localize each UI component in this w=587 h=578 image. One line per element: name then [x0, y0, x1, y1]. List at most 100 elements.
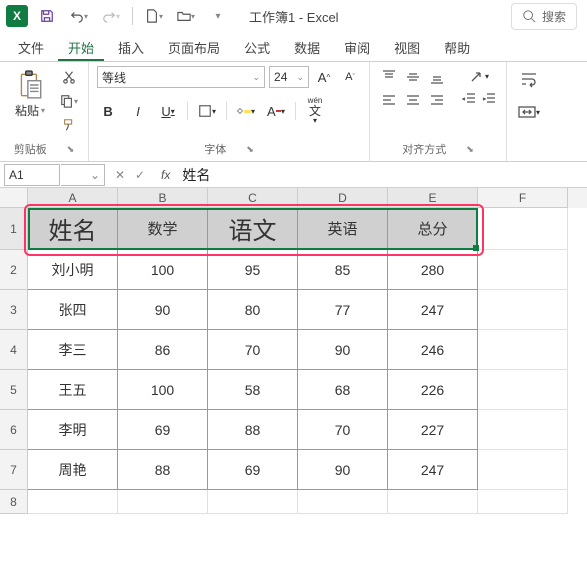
cancel-edit-button[interactable]: ✕ — [111, 168, 129, 182]
row-header[interactable]: 5 — [0, 370, 28, 410]
cell[interactable] — [298, 490, 388, 514]
cell[interactable]: 58 — [208, 370, 298, 410]
border-button[interactable]: ▾ — [196, 100, 218, 122]
cell[interactable]: 90 — [298, 330, 388, 370]
cell[interactable] — [28, 490, 118, 514]
row-header[interactable]: 7 — [0, 450, 28, 490]
cell[interactable]: 100 — [118, 250, 208, 290]
increase-font-button[interactable]: A^ — [313, 66, 335, 88]
cell[interactable] — [478, 370, 568, 410]
cell[interactable]: 70 — [208, 330, 298, 370]
tab-help[interactable]: 帮助 — [434, 32, 480, 61]
tab-home[interactable]: 开始 — [58, 32, 104, 61]
align-middle-button[interactable] — [402, 66, 424, 88]
cell[interactable]: 226 — [388, 370, 478, 410]
cell[interactable]: 姓名 — [28, 208, 118, 250]
col-header[interactable]: A — [28, 188, 118, 208]
redo-button[interactable]: ▾ — [98, 3, 124, 29]
cell[interactable]: 70 — [298, 410, 388, 450]
cell[interactable] — [478, 208, 568, 250]
cell[interactable] — [478, 290, 568, 330]
cell[interactable]: 69 — [208, 450, 298, 490]
tab-data[interactable]: 数据 — [284, 32, 330, 61]
align-bottom-button[interactable] — [426, 66, 448, 88]
cell[interactable]: 语文 — [208, 208, 298, 250]
bold-button[interactable]: B — [97, 100, 119, 122]
undo-button[interactable]: ▾ — [66, 3, 92, 29]
col-header[interactable]: C — [208, 188, 298, 208]
cell[interactable] — [478, 330, 568, 370]
cell[interactable]: 68 — [298, 370, 388, 410]
row-header[interactable]: 8 — [0, 490, 28, 514]
cell[interactable] — [208, 490, 298, 514]
col-header[interactable]: B — [118, 188, 208, 208]
cell[interactable]: 247 — [388, 290, 478, 330]
cell[interactable]: 88 — [208, 410, 298, 450]
font-launcher[interactable]: ⬊ — [246, 144, 254, 155]
cell[interactable]: 247 — [388, 450, 478, 490]
new-file-button[interactable]: ▾ — [141, 3, 167, 29]
phonetic-button[interactable]: wén文▾ — [304, 100, 326, 122]
decrease-font-button[interactable]: Aˇ — [339, 66, 361, 88]
tab-file[interactable]: 文件 — [8, 32, 54, 61]
increase-indent-button[interactable] — [480, 90, 498, 108]
paste-button[interactable]: 粘贴▾ — [8, 66, 52, 121]
fx-label[interactable]: fx — [155, 168, 176, 182]
spreadsheet-grid[interactable]: A B C D E F 1 姓名 数学 语文 英语 总分 2刘小明1009585… — [0, 188, 587, 514]
open-button[interactable]: ▾ — [173, 3, 199, 29]
confirm-edit-button[interactable]: ✓ — [131, 168, 149, 182]
cell[interactable]: 280 — [388, 250, 478, 290]
cell[interactable]: 英语 — [298, 208, 388, 250]
align-center-button[interactable] — [402, 90, 424, 112]
cell[interactable]: 李明 — [28, 410, 118, 450]
align-top-button[interactable] — [378, 66, 400, 88]
cell[interactable]: 227 — [388, 410, 478, 450]
cell[interactable]: 王五 — [28, 370, 118, 410]
save-button[interactable] — [34, 3, 60, 29]
cell[interactable] — [478, 490, 568, 514]
align-launcher[interactable]: ⬊ — [466, 144, 474, 155]
row-header[interactable]: 3 — [0, 290, 28, 330]
cell[interactable]: 85 — [298, 250, 388, 290]
search-input[interactable]: 搜索 — [511, 3, 577, 30]
cell[interactable]: 总分 — [388, 208, 478, 250]
row-header[interactable]: 6 — [0, 410, 28, 450]
align-right-button[interactable] — [426, 90, 448, 112]
cell[interactable]: 86 — [118, 330, 208, 370]
tab-review[interactable]: 审阅 — [334, 32, 380, 61]
cell[interactable] — [118, 490, 208, 514]
wrap-text-button[interactable] — [515, 66, 543, 94]
cut-button[interactable] — [58, 68, 80, 86]
cell[interactable] — [478, 450, 568, 490]
cell[interactable]: 90 — [118, 290, 208, 330]
cell[interactable]: 数学 — [118, 208, 208, 250]
cell[interactable] — [388, 490, 478, 514]
cell[interactable]: 周艳 — [28, 450, 118, 490]
align-left-button[interactable] — [378, 90, 400, 112]
copy-button[interactable]: ▾ — [58, 92, 80, 110]
qat-customize-button[interactable]: ▾ — [205, 3, 231, 29]
italic-button[interactable]: I — [127, 100, 149, 122]
col-header[interactable]: F — [478, 188, 568, 208]
cell[interactable]: 95 — [208, 250, 298, 290]
tab-insert[interactable]: 插入 — [108, 32, 154, 61]
col-header[interactable]: D — [298, 188, 388, 208]
tab-view[interactable]: 视图 — [384, 32, 430, 61]
font-size-select[interactable]: 24⌄ — [269, 66, 309, 88]
font-color-button[interactable]: A▾ — [265, 100, 287, 122]
select-all-corner[interactable] — [0, 188, 28, 208]
formula-input[interactable]: 姓名 — [176, 165, 587, 185]
merge-button[interactable]: ▾ — [515, 98, 543, 126]
fill-color-button[interactable]: ▾ — [235, 100, 257, 122]
tab-formulas[interactable]: 公式 — [234, 32, 280, 61]
format-painter-button[interactable] — [58, 116, 80, 134]
cell[interactable]: 80 — [208, 290, 298, 330]
col-header[interactable]: E — [388, 188, 478, 208]
clipboard-launcher[interactable]: ⬊ — [67, 144, 75, 155]
cell[interactable]: 77 — [298, 290, 388, 330]
decrease-indent-button[interactable] — [460, 90, 478, 108]
underline-button[interactable]: U▾ — [157, 100, 179, 122]
name-box[interactable]: A1 — [4, 164, 60, 186]
cell[interactable]: 100 — [118, 370, 208, 410]
cell[interactable]: 246 — [388, 330, 478, 370]
